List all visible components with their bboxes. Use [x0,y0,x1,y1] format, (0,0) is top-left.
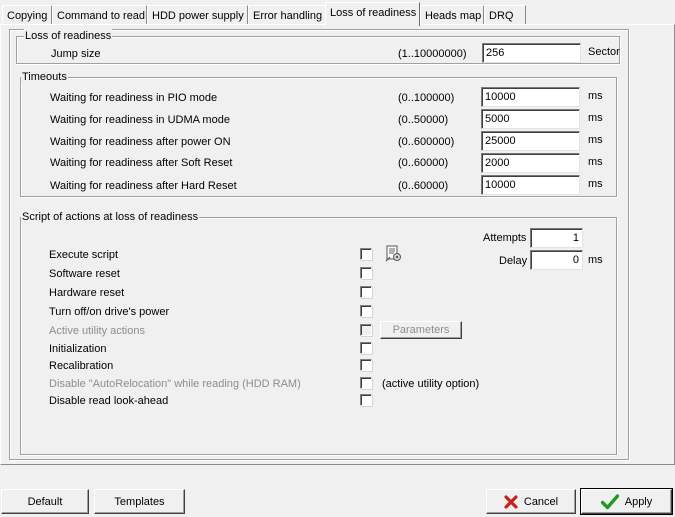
tab-label: Command to read [57,10,146,22]
tab-label: DRQ [489,10,514,22]
cancel-button-label: Cancel [523,495,559,508]
timeout-label: Waiting for readiness after Soft Reset [50,157,233,169]
power-cycle-label: Turn off/on drive's power [49,306,170,318]
tab-error-handling[interactable]: Error handling [248,5,326,25]
timeout-label: Waiting for readiness after Hard Reset [50,180,237,192]
recalibration-checkbox[interactable] [360,359,372,371]
tab-hdd-power-supply[interactable]: HDD power supply [147,5,248,25]
tab-label: Heads map [425,10,482,22]
timeout-pio-input[interactable]: 10000 [481,87,580,107]
tab-label: Error handling [253,10,323,22]
jump-size-range: (1..10000000) [398,48,467,60]
timeout-label: Waiting for readiness in PIO mode [50,92,218,104]
default-button[interactable]: Default [1,489,89,514]
tab-panel: Loss of readiness Jump size (1..10000000… [0,24,675,465]
disable-autorelocation-label: Disable "AutoRelocation" while reading (… [49,378,301,390]
tab-label: Loss of readiness [330,7,417,19]
timeout-range: (0..50000) [398,114,449,126]
templates-button-label: Templates [114,495,165,508]
delay-label: Delay [499,255,528,267]
timeout-label: Waiting for readiness after power ON [50,136,231,148]
disable-read-lookahead-label: Disable read look-ahead [49,395,169,407]
timeout-label: Waiting for readiness in UDMA mode [50,114,230,126]
execute-script-checkbox[interactable] [360,248,372,260]
power-cycle-checkbox[interactable] [360,305,372,317]
timeout-soft-reset-input[interactable]: 2000 [481,153,580,173]
timeout-range: (0..100000) [398,92,455,104]
parameters-button[interactable]: Parameters [380,321,462,339]
active-utility-actions-label: Active utility actions [49,325,145,337]
attempts-input[interactable]: 1 [530,228,583,248]
tab-label: HDD power supply [152,10,244,22]
active-utility-note: (active utility option) [382,378,480,390]
group-title: Loss of readiness [24,29,113,43]
default-button-label: Default [27,495,63,508]
jump-size-label: Jump size [51,48,101,60]
disable-read-lookahead-checkbox[interactable] [360,394,372,406]
disable-autorelocation-checkbox[interactable] [360,377,372,389]
timeout-range: (0..60000) [398,157,449,169]
timeout-range: (0..600000) [398,136,455,148]
timeout-unit: ms [588,134,603,146]
timeouts-group: Timeouts Waiting for readiness in PIO mo… [20,70,617,197]
green-check-icon [600,493,619,510]
software-reset-label: Software reset [49,268,120,280]
timeout-hard-reset-input[interactable]: 10000 [481,175,580,195]
software-reset-checkbox[interactable] [360,267,372,279]
jump-size-input[interactable]: 256 [482,43,581,63]
active-utility-actions-checkbox[interactable] [360,324,372,336]
tab-label: Copying [7,10,48,22]
timeout-power-on-input[interactable]: 25000 [481,131,580,151]
group-title: Script of actions at loss of readiness [21,210,200,224]
hardware-reset-checkbox[interactable] [360,286,372,298]
group-title: Timeouts [21,70,68,84]
timeout-unit: ms [588,178,603,190]
tab-heads-map[interactable]: Heads map [420,5,484,25]
hardware-reset-label: Hardware reset [49,287,125,299]
red-x-icon [504,494,518,509]
jump-size-unit: Sector [588,46,620,58]
apply-button[interactable]: Apply [580,488,673,515]
script-group: Script of actions at loss of readiness A… [20,210,617,455]
execute-script-label: Execute script [49,249,119,261]
templates-button[interactable]: Templates [94,489,185,514]
apply-button-label: Apply [624,495,653,508]
tab-command-to-read[interactable]: Command to read [52,5,147,25]
timeout-unit: ms [588,90,603,102]
initialization-label: Initialization [49,343,107,355]
recalibration-label: Recalibration [49,360,114,372]
cancel-button[interactable]: Cancel [486,489,576,514]
timeout-udma-input[interactable]: 5000 [481,109,580,129]
script-edit-icon[interactable] [385,245,403,266]
loss-of-readiness-group: Loss of readiness Jump size (1..10000000… [16,29,620,64]
panel-frame: Loss of readiness Jump size (1..10000000… [9,29,629,460]
attempts-label: Attempts [483,232,527,244]
tab-loss-of-readiness[interactable]: Loss of readiness [325,2,420,26]
timeout-range: (0..60000) [398,180,449,192]
tab-drq[interactable]: DRQ [484,5,526,25]
delay-input[interactable]: 0 [530,250,583,270]
timeout-unit: ms [588,112,603,124]
timeout-unit: ms [588,156,603,168]
initialization-checkbox[interactable] [360,342,372,354]
delay-unit: ms [588,254,603,266]
tab-copying[interactable]: Copying [2,5,52,25]
